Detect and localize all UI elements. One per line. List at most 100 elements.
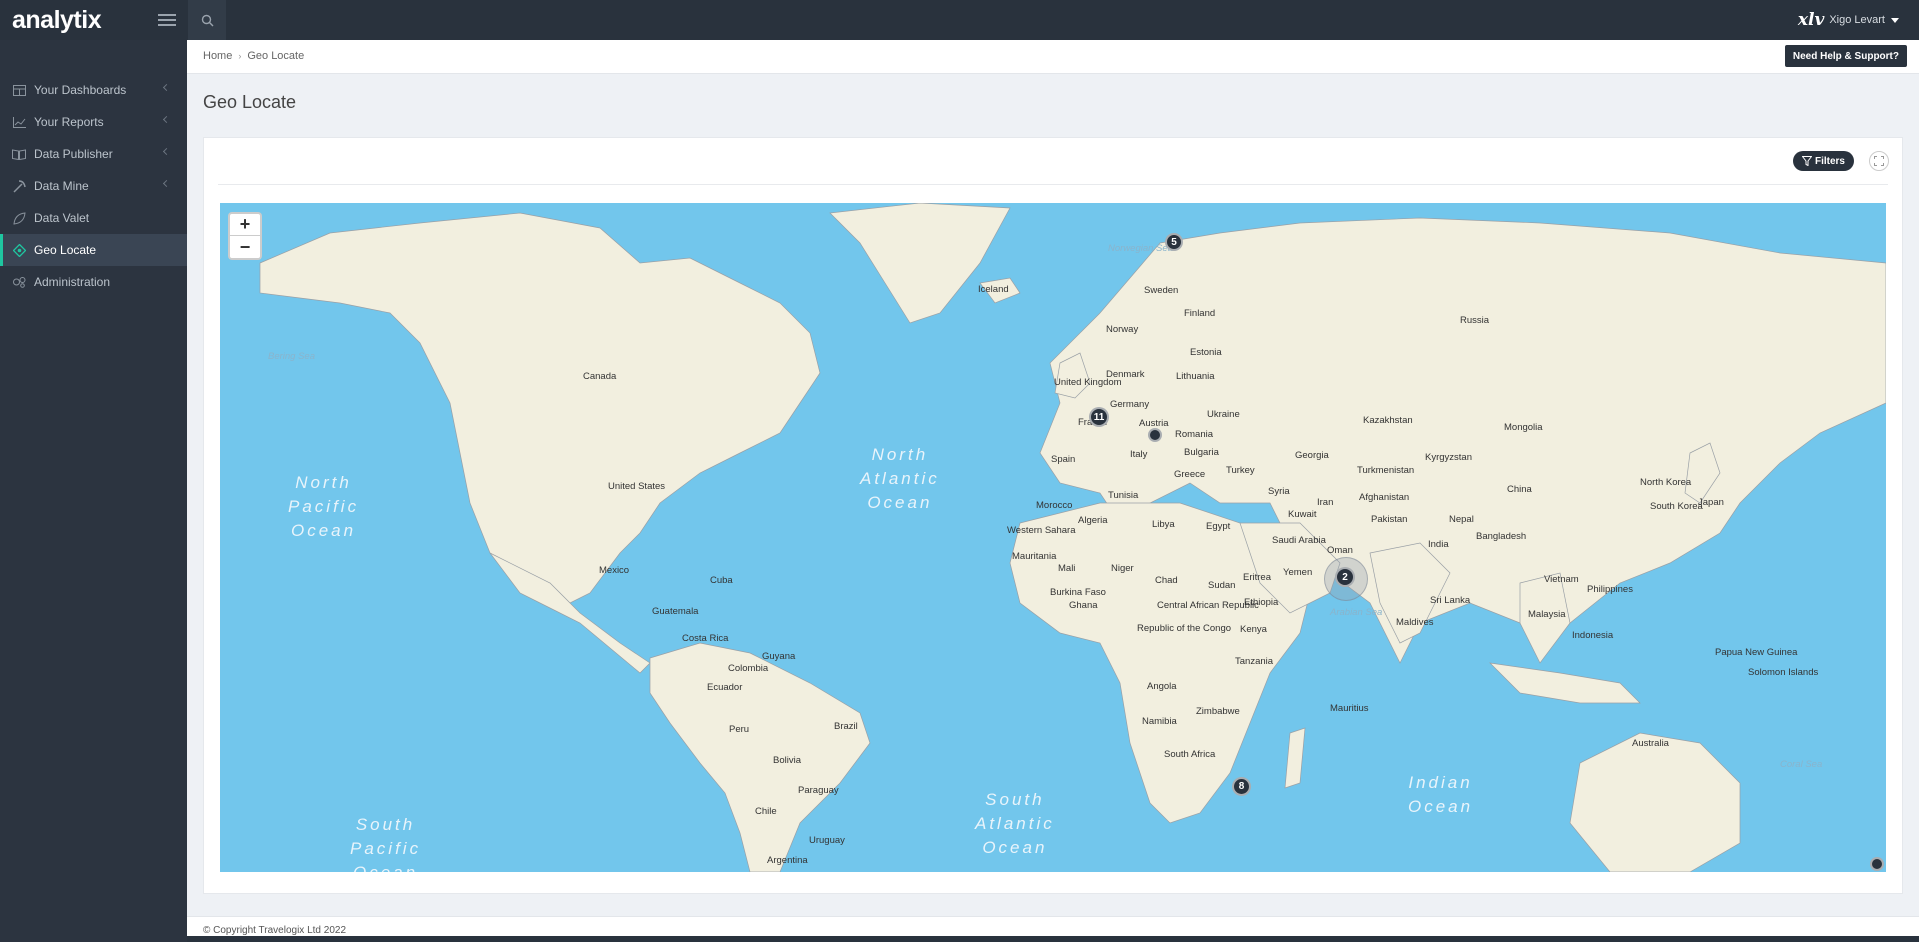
map-label: South Africa (1164, 749, 1216, 760)
map-label: Norway (1106, 324, 1139, 335)
map-label: Italy (1130, 449, 1148, 460)
map-cluster-marker[interactable]: 11 (1089, 407, 1109, 427)
map-label: Germany (1110, 399, 1150, 410)
map-label: Malaysia (1528, 609, 1566, 620)
map-cluster-marker[interactable]: 2 (1335, 567, 1355, 587)
map-label: Mauritius (1330, 703, 1369, 714)
map-label: Libya (1152, 519, 1175, 530)
sidebar-item-your-dashboards[interactable]: Your Dashboards (0, 74, 187, 106)
breadcrumb-home-link[interactable]: Home (203, 50, 232, 62)
ocean-label: South Pacific Ocean (350, 815, 422, 872)
chevron-left-icon (162, 115, 171, 124)
zoom-out-button[interactable]: − (230, 236, 260, 258)
map-label: Syria (1268, 486, 1290, 497)
sea-label: Coral Sea (1780, 759, 1823, 770)
sidebar-item-label: Data Publisher (34, 147, 113, 161)
sidebar-item-label: Your Dashboards (34, 83, 127, 97)
map-label: South Korea (1650, 501, 1703, 512)
map-label: Romania (1175, 429, 1214, 440)
map-label: Lithuania (1176, 371, 1215, 382)
filters-button[interactable]: Filters (1792, 151, 1854, 171)
map-label: Ecuador (707, 682, 743, 693)
map-label: Chad (1155, 575, 1178, 586)
chevron-left-icon (162, 83, 171, 92)
app-logo[interactable]: analytix (12, 6, 102, 35)
filters-label: Filters (1814, 155, 1845, 167)
map-label: Turkey (1226, 465, 1255, 476)
map-label: Bolivia (773, 755, 801, 766)
page-title: Geo Locate (203, 92, 297, 112)
map-label: Brazil (834, 721, 858, 732)
copyright-text: © Copyright Travelogix Ltd 2022 (203, 925, 347, 936)
sidebar-item-data-mine[interactable]: Data Mine (0, 170, 187, 202)
map-label: Paraguay (798, 785, 839, 796)
user-name: Xigo Levart (1829, 14, 1885, 26)
map-label: North Korea (1640, 477, 1692, 488)
sidebar-item-label: Your Reports (34, 115, 104, 129)
map-label: Tunisia (1108, 490, 1139, 501)
map-label: Turkmenistan (1357, 465, 1415, 476)
map-label: Uruguay (809, 835, 845, 846)
map-label: Bangladesh (1476, 531, 1527, 542)
map-label: Mali (1058, 563, 1076, 574)
map-label: Maldives (1396, 617, 1434, 628)
breadcrumb-current: Geo Locate (247, 50, 305, 62)
user-brand-logo: xlv (1797, 10, 1825, 30)
map-label: Russia (1460, 315, 1490, 326)
map-label: Kuwait (1288, 509, 1317, 520)
map-label: Zimbabwe (1196, 706, 1240, 717)
map-label: Yemen (1283, 567, 1313, 578)
map-point-marker[interactable] (1870, 857, 1884, 871)
chevron-left-icon (162, 147, 171, 156)
map-label: Mexico (599, 565, 630, 576)
zoom-control: + − (228, 212, 262, 260)
search-icon (201, 14, 213, 26)
map-label: Peru (729, 724, 750, 735)
map-label: Angola (1147, 681, 1177, 692)
map-label: Central African Republic (1157, 600, 1259, 611)
map-label: China (1507, 484, 1532, 495)
map-label: Iran (1317, 497, 1334, 508)
map-label: Costa Rica (682, 633, 729, 644)
zoom-in-button[interactable]: + (230, 214, 260, 236)
map-label: Kenya (1240, 624, 1267, 635)
fullscreen-button[interactable] (1869, 151, 1889, 171)
map-cluster-marker[interactable]: 8 (1232, 777, 1251, 796)
ocean-label: North Atlantic Ocean (860, 445, 940, 512)
map-land-layer (259, 203, 1886, 872)
map-label: Oman (1327, 545, 1353, 556)
map-label: Pakistan (1371, 514, 1408, 525)
breadcrumb: Home › Geo Locate (203, 50, 304, 62)
map-label: Namibia (1142, 716, 1177, 727)
sidebar-item-geo-locate[interactable]: Geo Locate (0, 234, 187, 266)
cogs-icon (12, 275, 26, 289)
world-map[interactable]: + − North Pacific Ocean North Atlantic O… (220, 203, 1886, 872)
sea-label: Bering Sea (268, 351, 316, 362)
help-support-button[interactable]: Need Help & Support? (1784, 45, 1907, 67)
chart-icon (12, 115, 26, 129)
map-label: Mauritania (1012, 551, 1057, 562)
map-label: Eritrea (1243, 572, 1271, 583)
sidebar-item-data-publisher[interactable]: Data Publisher (0, 138, 187, 170)
map-label: Algeria (1078, 515, 1108, 526)
sidebar-item-data-valet[interactable]: Data Valet (0, 202, 187, 234)
map-label: United States (608, 481, 666, 492)
user-menu[interactable]: xlv Xigo Levart (1798, 10, 1899, 30)
map-label: Sudan (1208, 580, 1236, 591)
expand-icon (1874, 156, 1884, 166)
map-point-marker[interactable] (1148, 428, 1162, 442)
map-label: Finland (1184, 308, 1216, 319)
map-label: Kazakhstan (1363, 415, 1413, 426)
map-cluster-marker[interactable]: 5 (1165, 233, 1183, 251)
map-label: United Kingdom (1054, 377, 1122, 388)
sidebar: Your Dashboards Your Reports Data Publis… (0, 40, 187, 942)
sidebar-item-administration[interactable]: Administration (0, 266, 187, 298)
map-label: Ukraine (1207, 409, 1240, 420)
sidebar-item-your-reports[interactable]: Your Reports (0, 106, 187, 138)
pick-icon (12, 179, 26, 193)
map-label: Mongolia (1504, 422, 1543, 433)
search-button[interactable] (188, 0, 226, 40)
map-label: Ghana (1069, 600, 1098, 611)
map-label: Colombia (728, 663, 769, 674)
menu-toggle-icon[interactable] (158, 11, 176, 29)
